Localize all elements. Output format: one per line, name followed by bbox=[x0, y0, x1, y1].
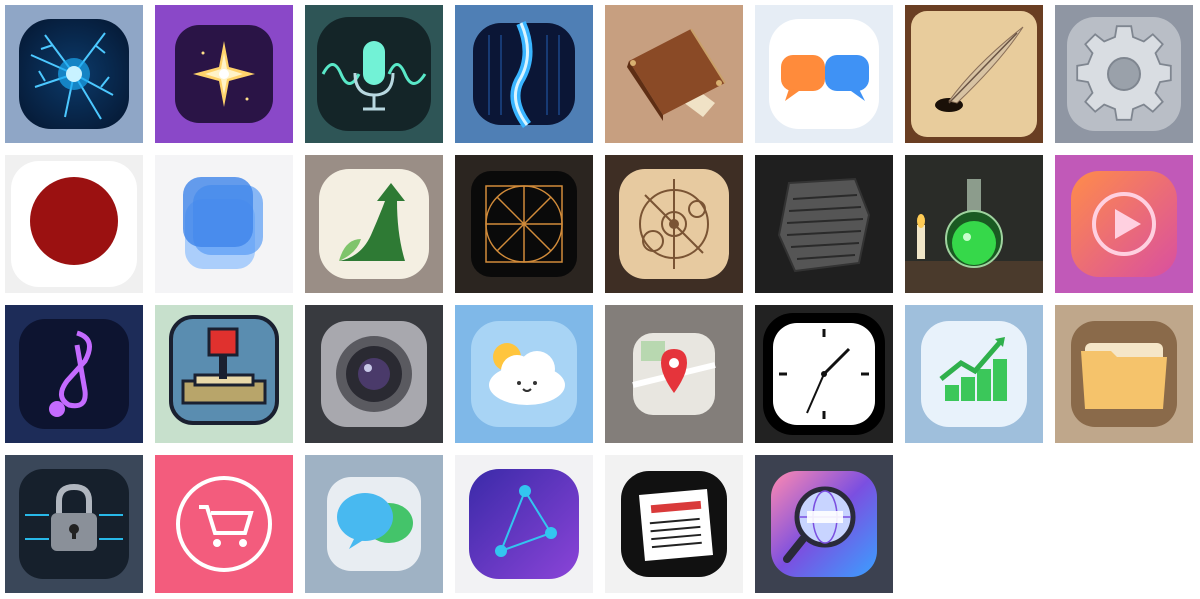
network-triangle-icon[interactable] bbox=[455, 455, 593, 593]
music-note-icon[interactable] bbox=[5, 305, 143, 443]
quill-pen-icon[interactable] bbox=[905, 5, 1043, 143]
compass-mechanism-icon[interactable] bbox=[605, 155, 743, 293]
folder-icon[interactable] bbox=[1055, 305, 1193, 443]
grid-circle-icon[interactable] bbox=[455, 155, 593, 293]
camera-lens-icon[interactable] bbox=[305, 305, 443, 443]
growth-arrow-icon[interactable] bbox=[305, 155, 443, 293]
voice-microphone-icon[interactable] bbox=[305, 5, 443, 143]
web-search-icon[interactable] bbox=[755, 455, 893, 593]
icon-grid bbox=[5, 5, 1193, 593]
pixel-joystick-icon[interactable] bbox=[155, 305, 293, 443]
map-pin-icon[interactable] bbox=[605, 305, 743, 443]
message-bubbles-icon[interactable] bbox=[305, 455, 443, 593]
stone-tablet-icon[interactable] bbox=[755, 155, 893, 293]
neural-energy-icon[interactable] bbox=[5, 5, 143, 143]
weather-cloud-icon[interactable] bbox=[455, 305, 593, 443]
leather-book-icon[interactable] bbox=[605, 5, 743, 143]
layered-squares-icon[interactable] bbox=[155, 155, 293, 293]
sparkle-star-icon[interactable] bbox=[155, 5, 293, 143]
record-button-icon[interactable] bbox=[5, 155, 143, 293]
newspaper-icon[interactable] bbox=[605, 455, 743, 593]
circuit-lock-icon[interactable] bbox=[5, 455, 143, 593]
chat-bubbles-icon[interactable] bbox=[755, 5, 893, 143]
potion-flask-icon[interactable] bbox=[905, 155, 1043, 293]
stock-chart-icon[interactable] bbox=[905, 305, 1043, 443]
settings-gear-icon[interactable] bbox=[1055, 5, 1193, 143]
play-button-icon[interactable] bbox=[1055, 155, 1193, 293]
data-stream-icon[interactable] bbox=[455, 5, 593, 143]
shopping-cart-icon[interactable] bbox=[155, 455, 293, 593]
clock-icon[interactable] bbox=[755, 305, 893, 443]
